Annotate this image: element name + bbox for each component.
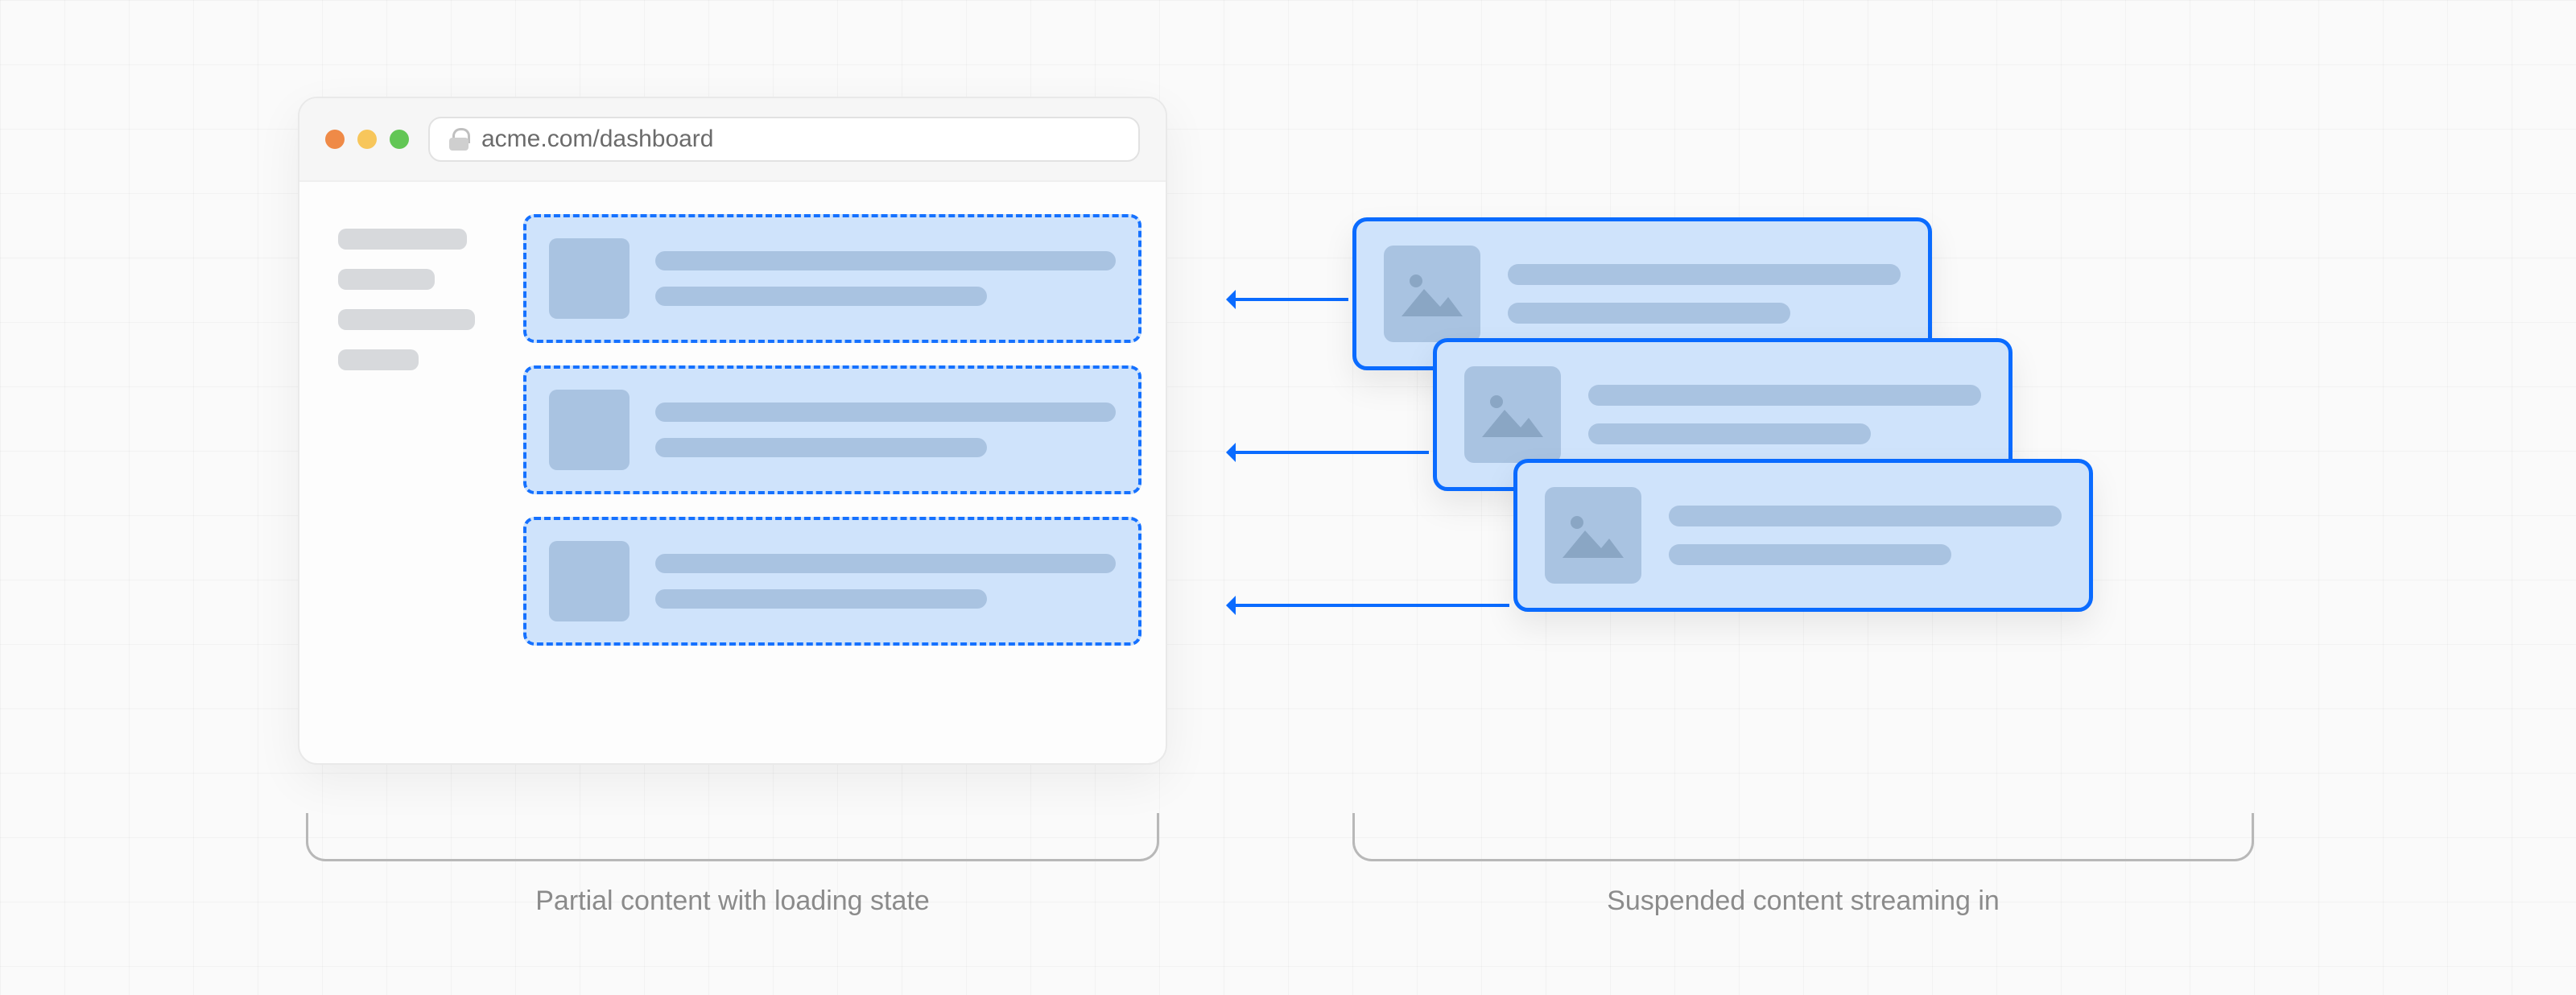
line-skeleton — [655, 251, 1116, 270]
window-controls — [325, 130, 409, 149]
close-dot-icon[interactable] — [325, 130, 345, 149]
text-content — [1508, 264, 1901, 324]
image-icon — [1398, 268, 1466, 320]
text-skeleton — [655, 554, 1116, 609]
browser-window: acme.com/dashboard — [298, 97, 1167, 765]
text-skeleton — [655, 251, 1116, 306]
line-skeleton — [1588, 423, 1871, 444]
line-skeleton — [655, 287, 987, 306]
text-content — [1588, 385, 1981, 444]
caption-bracket — [1352, 813, 2254, 861]
text-content — [1669, 506, 2062, 565]
sidebar-item-skeleton — [338, 309, 475, 330]
sidebar-item-skeleton — [338, 269, 435, 290]
line-skeleton — [655, 554, 1116, 573]
fullscreen-dot-icon[interactable] — [390, 130, 409, 149]
stream-arrow-icon — [1228, 298, 1348, 301]
thumb-skeleton — [549, 238, 630, 319]
sidebar-item-skeleton — [338, 229, 467, 250]
streamed-card — [1513, 459, 2093, 612]
image-thumbnail — [1545, 487, 1641, 584]
streaming-cards-stack — [1352, 217, 2286, 668]
content-column — [523, 214, 1141, 739]
text-skeleton — [655, 403, 1116, 457]
caption-bracket — [306, 813, 1159, 861]
line-skeleton — [1669, 544, 1951, 565]
loading-card-placeholder — [523, 517, 1141, 646]
image-icon — [1559, 510, 1627, 561]
image-icon — [1479, 389, 1546, 440]
loading-card-placeholder — [523, 214, 1141, 343]
lock-icon — [449, 128, 469, 151]
sidebar-item-skeleton — [338, 349, 419, 370]
sidebar-skeleton — [338, 214, 491, 739]
loading-card-placeholder — [523, 365, 1141, 494]
minimize-dot-icon[interactable] — [357, 130, 377, 149]
line-skeleton — [655, 589, 987, 609]
line-skeleton — [655, 403, 1116, 422]
image-thumbnail — [1384, 246, 1480, 342]
thumb-skeleton — [549, 390, 630, 470]
image-thumbnail — [1464, 366, 1561, 463]
line-skeleton — [1508, 264, 1901, 285]
browser-viewport — [299, 182, 1166, 763]
line-skeleton — [655, 438, 987, 457]
caption-left: Partial content with loading state — [306, 886, 1159, 917]
address-bar-text: acme.com/dashboard — [481, 126, 714, 153]
thumb-skeleton — [549, 541, 630, 621]
address-bar[interactable]: acme.com/dashboard — [428, 117, 1140, 162]
line-skeleton — [1588, 385, 1981, 406]
line-skeleton — [1508, 303, 1790, 324]
line-skeleton — [1669, 506, 2062, 526]
browser-chrome: acme.com/dashboard — [299, 98, 1166, 182]
caption-right: Suspended content streaming in — [1352, 886, 2254, 917]
